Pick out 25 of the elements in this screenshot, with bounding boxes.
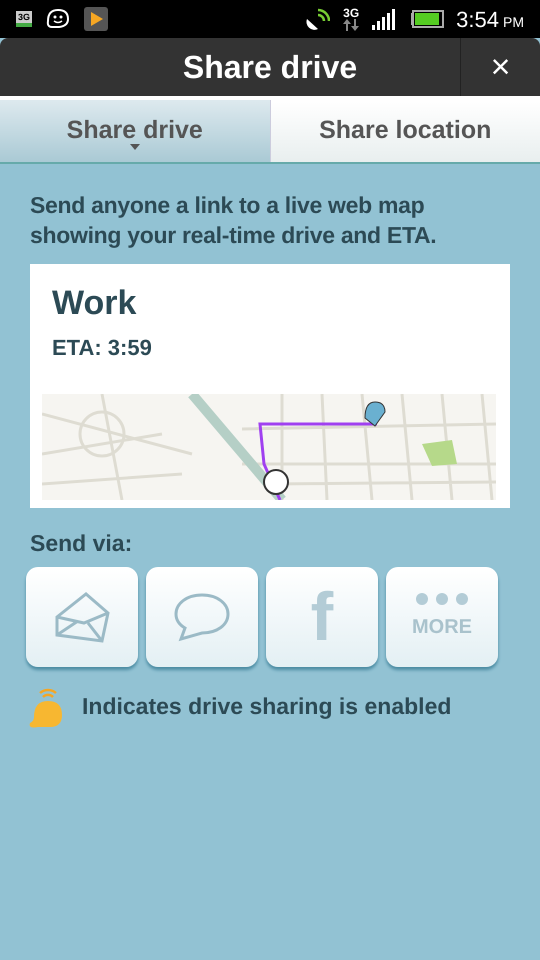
email-button[interactable] xyxy=(26,566,138,666)
notification-label: 3G xyxy=(16,11,32,27)
window-title: Share drive xyxy=(182,48,358,87)
dots-icon xyxy=(415,592,469,606)
facebook-glyph: f xyxy=(310,582,334,650)
description: Send anyone a link to a live web map showing your real-time drive and ETA. xyxy=(30,191,438,250)
send-via-label: Send via: xyxy=(30,529,134,558)
envelope-icon xyxy=(54,590,110,642)
data-arrows-icon xyxy=(342,19,360,31)
more-label: MORE xyxy=(412,614,472,640)
tab[interactable]: Share location xyxy=(270,100,540,162)
destination-name: Work xyxy=(51,283,138,324)
eta-text: ETA: 3:59 xyxy=(51,334,153,362)
clock-meridiem: PM xyxy=(503,12,524,32)
tab[interactable]: Share drive xyxy=(0,100,270,162)
legend-text: Indicates drive sharing is enabled xyxy=(82,692,452,722)
battery-icon xyxy=(410,10,444,28)
satellite-icon xyxy=(304,7,330,31)
clock-time: 3:54 xyxy=(456,6,499,34)
message-button[interactable] xyxy=(146,566,258,666)
caret-icon xyxy=(130,144,140,150)
speech-bubble-icon xyxy=(173,592,231,642)
network-label: 3G xyxy=(343,7,360,19)
app-icon xyxy=(84,7,108,31)
close-button[interactable]: × xyxy=(460,38,540,96)
